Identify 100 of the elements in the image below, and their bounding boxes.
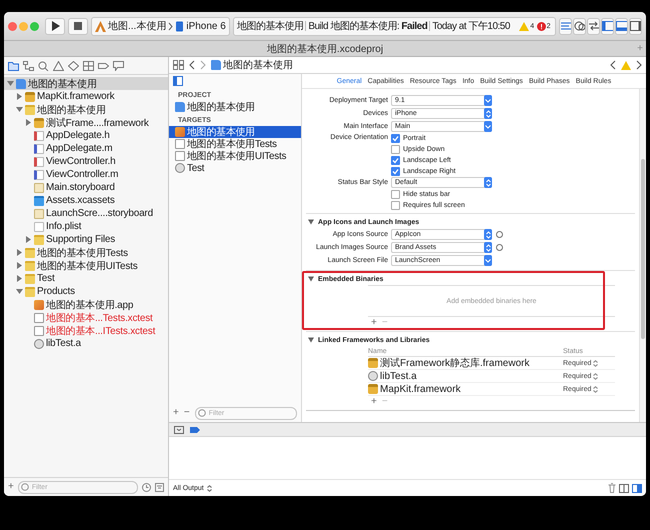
scheme-name[interactable]: 地图...本使用 — [108, 19, 166, 33]
grid-icon[interactable] — [83, 60, 94, 70]
device-name[interactable]: iPhone 6 — [186, 20, 226, 32]
assistant-editor-button[interactable] — [573, 18, 586, 34]
navigator-row[interactable]: MapKit.framework — [4, 90, 168, 103]
checkbox[interactable] — [391, 144, 400, 154]
target-row[interactable]: 地图的基本使用Tests — [169, 138, 301, 150]
disclosure-triangle-icon[interactable] — [308, 219, 314, 225]
navigator-row[interactable]: 地图的基本...Tests.xctest — [4, 311, 168, 324]
right-panel-toggle[interactable] — [629, 18, 642, 34]
navigator-row[interactable]: 地图的基本使用 — [4, 103, 168, 116]
navigator-row[interactable]: Products — [4, 285, 168, 298]
file-name: 地图的基本使用 — [37, 104, 106, 116]
run-button[interactable] — [45, 18, 65, 34]
disclosure-triangle-icon[interactable] — [16, 106, 23, 113]
disclosure-triangle-icon[interactable] — [308, 276, 314, 282]
phone-icon — [175, 20, 184, 32]
disclosure-triangle-icon[interactable] — [16, 93, 23, 100]
navigator-row[interactable]: 地图的基本使用Tests — [4, 246, 168, 259]
forward-icon[interactable] — [636, 60, 642, 70]
scheme-selector[interactable]: 地图...本使用 iPhone 6 — [91, 16, 230, 36]
warning-icon[interactable] — [53, 60, 64, 70]
file-name: Assets.xcassets — [46, 195, 115, 206]
split-view-icon[interactable] — [619, 484, 629, 492]
updown-chevron-icon[interactable] — [206, 484, 212, 492]
bottom-panel-toggle[interactable] — [615, 18, 628, 34]
clock-icon[interactable] — [142, 482, 151, 492]
navigator-row[interactable]: ViewController.h — [4, 155, 168, 168]
scrollbar[interactable] — [639, 89, 646, 422]
header-file-icon — [34, 130, 44, 140]
navigator-row[interactable]: Main.storyboard — [4, 181, 168, 194]
project-file-icon — [211, 60, 221, 70]
add-button[interactable]: + — [8, 482, 14, 492]
checkbox[interactable] — [391, 200, 400, 210]
info-icon[interactable] — [496, 244, 503, 251]
lines-icon — [560, 22, 570, 30]
library-icon — [34, 338, 44, 348]
hierarchy-icon[interactable] — [23, 60, 34, 70]
disclosure-triangle-icon[interactable] — [16, 275, 23, 282]
disclosure-triangle-icon[interactable] — [16, 288, 23, 295]
breakpoint-icon[interactable] — [190, 426, 200, 432]
search-icon — [20, 483, 29, 491]
diamond-icon[interactable] — [68, 60, 79, 70]
add-button[interactable]: + — [173, 408, 179, 418]
tag-icon[interactable] — [98, 60, 109, 70]
updown-chevron-icon[interactable] — [593, 386, 598, 392]
breadcrumb[interactable]: 地图的基本使用 — [223, 58, 293, 72]
target-row[interactable]: 地图的基本使用UITests — [169, 150, 301, 162]
speech-bubble-icon[interactable] — [113, 60, 124, 70]
checkbox[interactable] — [391, 190, 400, 198]
back-icon[interactable] — [610, 60, 616, 70]
updown-chevron-icon[interactable] — [593, 360, 598, 366]
disclosure-triangle-icon[interactable] — [25, 236, 32, 243]
target-row[interactable]: 地图的基本使用 — [169, 126, 301, 138]
add-button[interactable]: + — [371, 396, 377, 406]
checkbox[interactable] — [391, 166, 400, 176]
left-panel-toggle[interactable] — [601, 18, 614, 34]
disclosure-triangle-icon[interactable] — [16, 249, 23, 256]
navigator-row[interactable]: Info.plist — [4, 220, 168, 233]
navigator-row[interactable]: AppDelegate.h — [4, 129, 168, 142]
console-toggle-icon[interactable] — [174, 426, 184, 434]
library-name: libTest.a — [380, 370, 417, 382]
target-row[interactable]: Test — [169, 162, 301, 174]
navigator-row[interactable]: Supporting Files — [4, 233, 168, 246]
checkbox[interactable] — [391, 134, 400, 142]
folder-icon[interactable] — [8, 60, 19, 70]
add-button[interactable]: + — [371, 318, 377, 328]
asset-folder-icon — [34, 196, 44, 206]
remove-button[interactable]: − — [184, 408, 190, 418]
updown-chevron-icon[interactable] — [593, 372, 598, 380]
target-row[interactable]: 地图的基本使用 — [169, 101, 301, 113]
navigator-row[interactable]: 地图的基本使用 — [4, 77, 168, 90]
navigator-row[interactable]: Assets.xcassets — [4, 194, 168, 207]
navigator-row[interactable]: 测试Frame....framework — [4, 116, 168, 129]
search-icon[interactable] — [38, 60, 49, 70]
navigator-row[interactable]: Test — [4, 272, 168, 285]
sidebar-toggle-icon[interactable] — [173, 76, 183, 86]
disclosure-triangle-icon[interactable] — [16, 262, 23, 269]
navigator-row[interactable]: LaunchScre....storyboard — [4, 207, 168, 220]
back-icon[interactable] — [189, 60, 195, 70]
info-icon[interactable] — [496, 231, 503, 238]
checkbox[interactable] — [391, 156, 400, 164]
navigator-row[interactable]: ViewController.m — [4, 168, 168, 181]
filter-icon[interactable] — [155, 482, 164, 492]
version-editor-button[interactable] — [587, 18, 600, 34]
trash-icon[interactable] — [608, 483, 616, 493]
navigator-row[interactable]: 地图的基本使用UITests — [4, 259, 168, 272]
disclosure-triangle-icon[interactable] — [308, 337, 314, 343]
close-button[interactable] — [8, 22, 17, 30]
navigator-row[interactable]: AppDelegate.m — [4, 142, 168, 155]
disclosure-triangle-icon[interactable] — [25, 119, 32, 126]
standard-editor-button[interactable] — [559, 18, 572, 34]
navigator-row[interactable]: libTest.a — [4, 337, 168, 350]
stop-button[interactable] — [68, 18, 88, 34]
navigator-row[interactable]: 地图的基本使用.app — [4, 298, 168, 311]
right-panel-icon[interactable] — [632, 484, 642, 492]
disclosure-triangle-icon[interactable] — [7, 80, 14, 87]
grid-icon[interactable] — [173, 60, 184, 70]
updown-chevron-icon — [486, 178, 490, 186]
navigator-row[interactable]: 地图的基本...ITests.xctest — [4, 324, 168, 337]
